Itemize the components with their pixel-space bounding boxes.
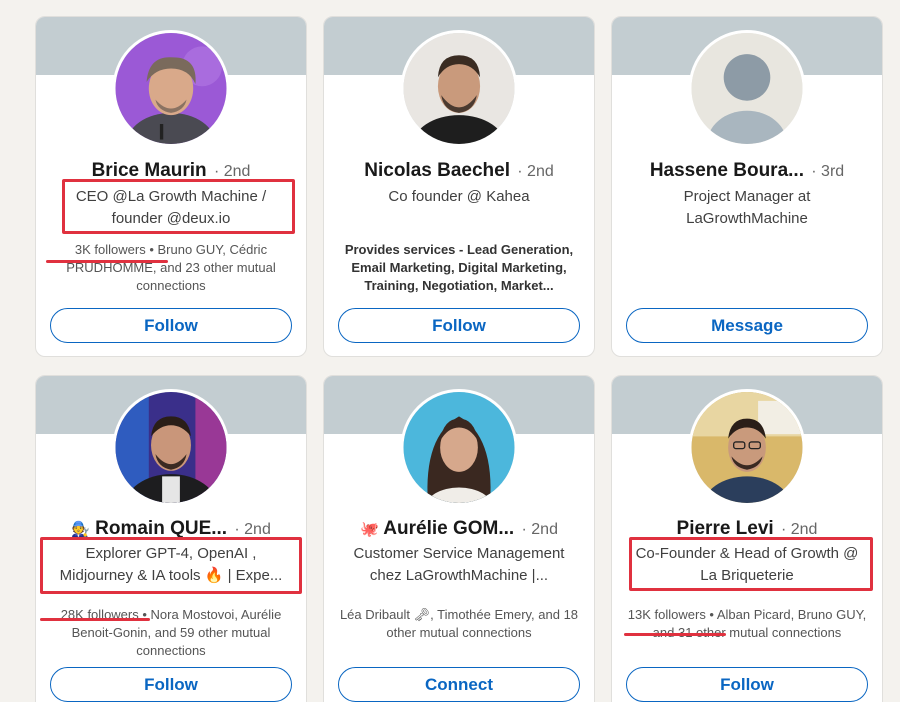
profile-insight: Provides services - Lead Generation, Ema…	[344, 242, 574, 293]
follow-button[interactable]: Follow	[50, 308, 292, 343]
mechanic-emoji-icon: 🧑‍🔧	[71, 520, 90, 538]
avatar-photo	[403, 392, 515, 503]
profile-insight: 13K followers • Alban Picard, Bruno GUY,…	[627, 607, 867, 640]
message-button[interactable]: Message	[626, 308, 868, 343]
avatar-photo	[403, 33, 515, 144]
profile-card[interactable]: Nicolas Baechel · 2nd Co founder @ Kahea…	[323, 16, 595, 357]
avatar-photo	[115, 33, 227, 144]
avatar[interactable]	[400, 30, 518, 147]
profile-insight: Léa Dribault 🗝, Timothée Emery, and 18 o…	[339, 607, 579, 640]
profile-headline: Co-Founder & Head of Growth @ La Briquet…	[635, 545, 859, 584]
connection-degree: · 2nd	[234, 521, 271, 538]
profile-name-line[interactable]: Nicolas Baechel · 2nd	[324, 160, 594, 182]
follow-button[interactable]: Follow	[338, 308, 580, 343]
profile-name[interactable]: Brice Maurin	[92, 160, 207, 181]
connect-button[interactable]: Connect	[338, 667, 580, 702]
profile-insight: 3K followers • Bruno GUY, Cédric PRUDHOM…	[66, 242, 276, 293]
follow-button[interactable]: Follow	[626, 667, 868, 702]
profile-name-line[interactable]: Pierre Levi · 2nd	[612, 518, 882, 540]
profile-headline: Co founder @ Kahea	[388, 188, 530, 205]
avatar[interactable]	[688, 389, 806, 506]
octopus-emoji-icon: 🐙	[360, 520, 379, 538]
connection-degree: · 2nd	[521, 521, 558, 538]
profile-headline: Explorer GPT-4, OpenAI , Midjourney & IA…	[59, 545, 283, 584]
follow-button[interactable]: Follow	[50, 667, 292, 702]
profile-name[interactable]: Romain QUE...	[95, 518, 227, 539]
avatar[interactable]	[112, 30, 230, 147]
profile-name-line[interactable]: 🧑‍🔧 Romain QUE... · 2nd	[36, 518, 306, 540]
connection-degree: · 2nd	[780, 521, 818, 538]
profile-card[interactable]: Hassene Boura... · 3rd Project Manager a…	[611, 16, 883, 357]
profile-headline: CEO @La Growth Machine / founder @deux.i…	[75, 188, 267, 227]
profile-name-line[interactable]: Brice Maurin · 2nd	[36, 160, 306, 182]
profile-name-line[interactable]: 🐙 Aurélie GOM... · 2nd	[324, 518, 594, 540]
connection-degree: · 2nd	[517, 163, 554, 180]
profile-name[interactable]: Hassene Boura...	[650, 160, 804, 181]
profile-card[interactable]: 🧑‍🔧 Romain QUE... · 2nd Explorer GPT-4, …	[35, 375, 307, 702]
avatar[interactable]	[400, 389, 518, 506]
profile-card[interactable]: 🐙 Aurélie GOM... · 2nd Customer Service …	[323, 375, 595, 702]
connection-degree: · 3rd	[811, 163, 845, 180]
avatar[interactable]	[688, 30, 806, 147]
profile-headline: Project Manager at LaGrowthMachine	[683, 188, 811, 227]
profile-card[interactable]: Pierre Levi · 2nd Co-Founder & Head of G…	[611, 375, 883, 702]
avatar[interactable]	[112, 389, 230, 506]
profile-insight: 28K followers • Nora Mostovoi, Aurélie B…	[60, 607, 282, 658]
avatar-photo	[691, 392, 803, 503]
profile-headline: Customer Service Management chez LaGrowt…	[353, 545, 565, 584]
profile-card[interactable]: Brice Maurin · 2nd CEO @La Growth Machin…	[35, 16, 307, 357]
profile-name[interactable]: Nicolas Baechel	[364, 160, 510, 181]
profile-name[interactable]: Pierre Levi	[677, 518, 774, 539]
connection-degree: · 2nd	[213, 163, 251, 180]
profile-name-line[interactable]: Hassene Boura... · 3rd	[612, 160, 882, 182]
avatar-photo	[115, 392, 227, 503]
default-person-icon	[691, 33, 803, 144]
profile-name[interactable]: Aurélie GOM...	[383, 518, 514, 539]
